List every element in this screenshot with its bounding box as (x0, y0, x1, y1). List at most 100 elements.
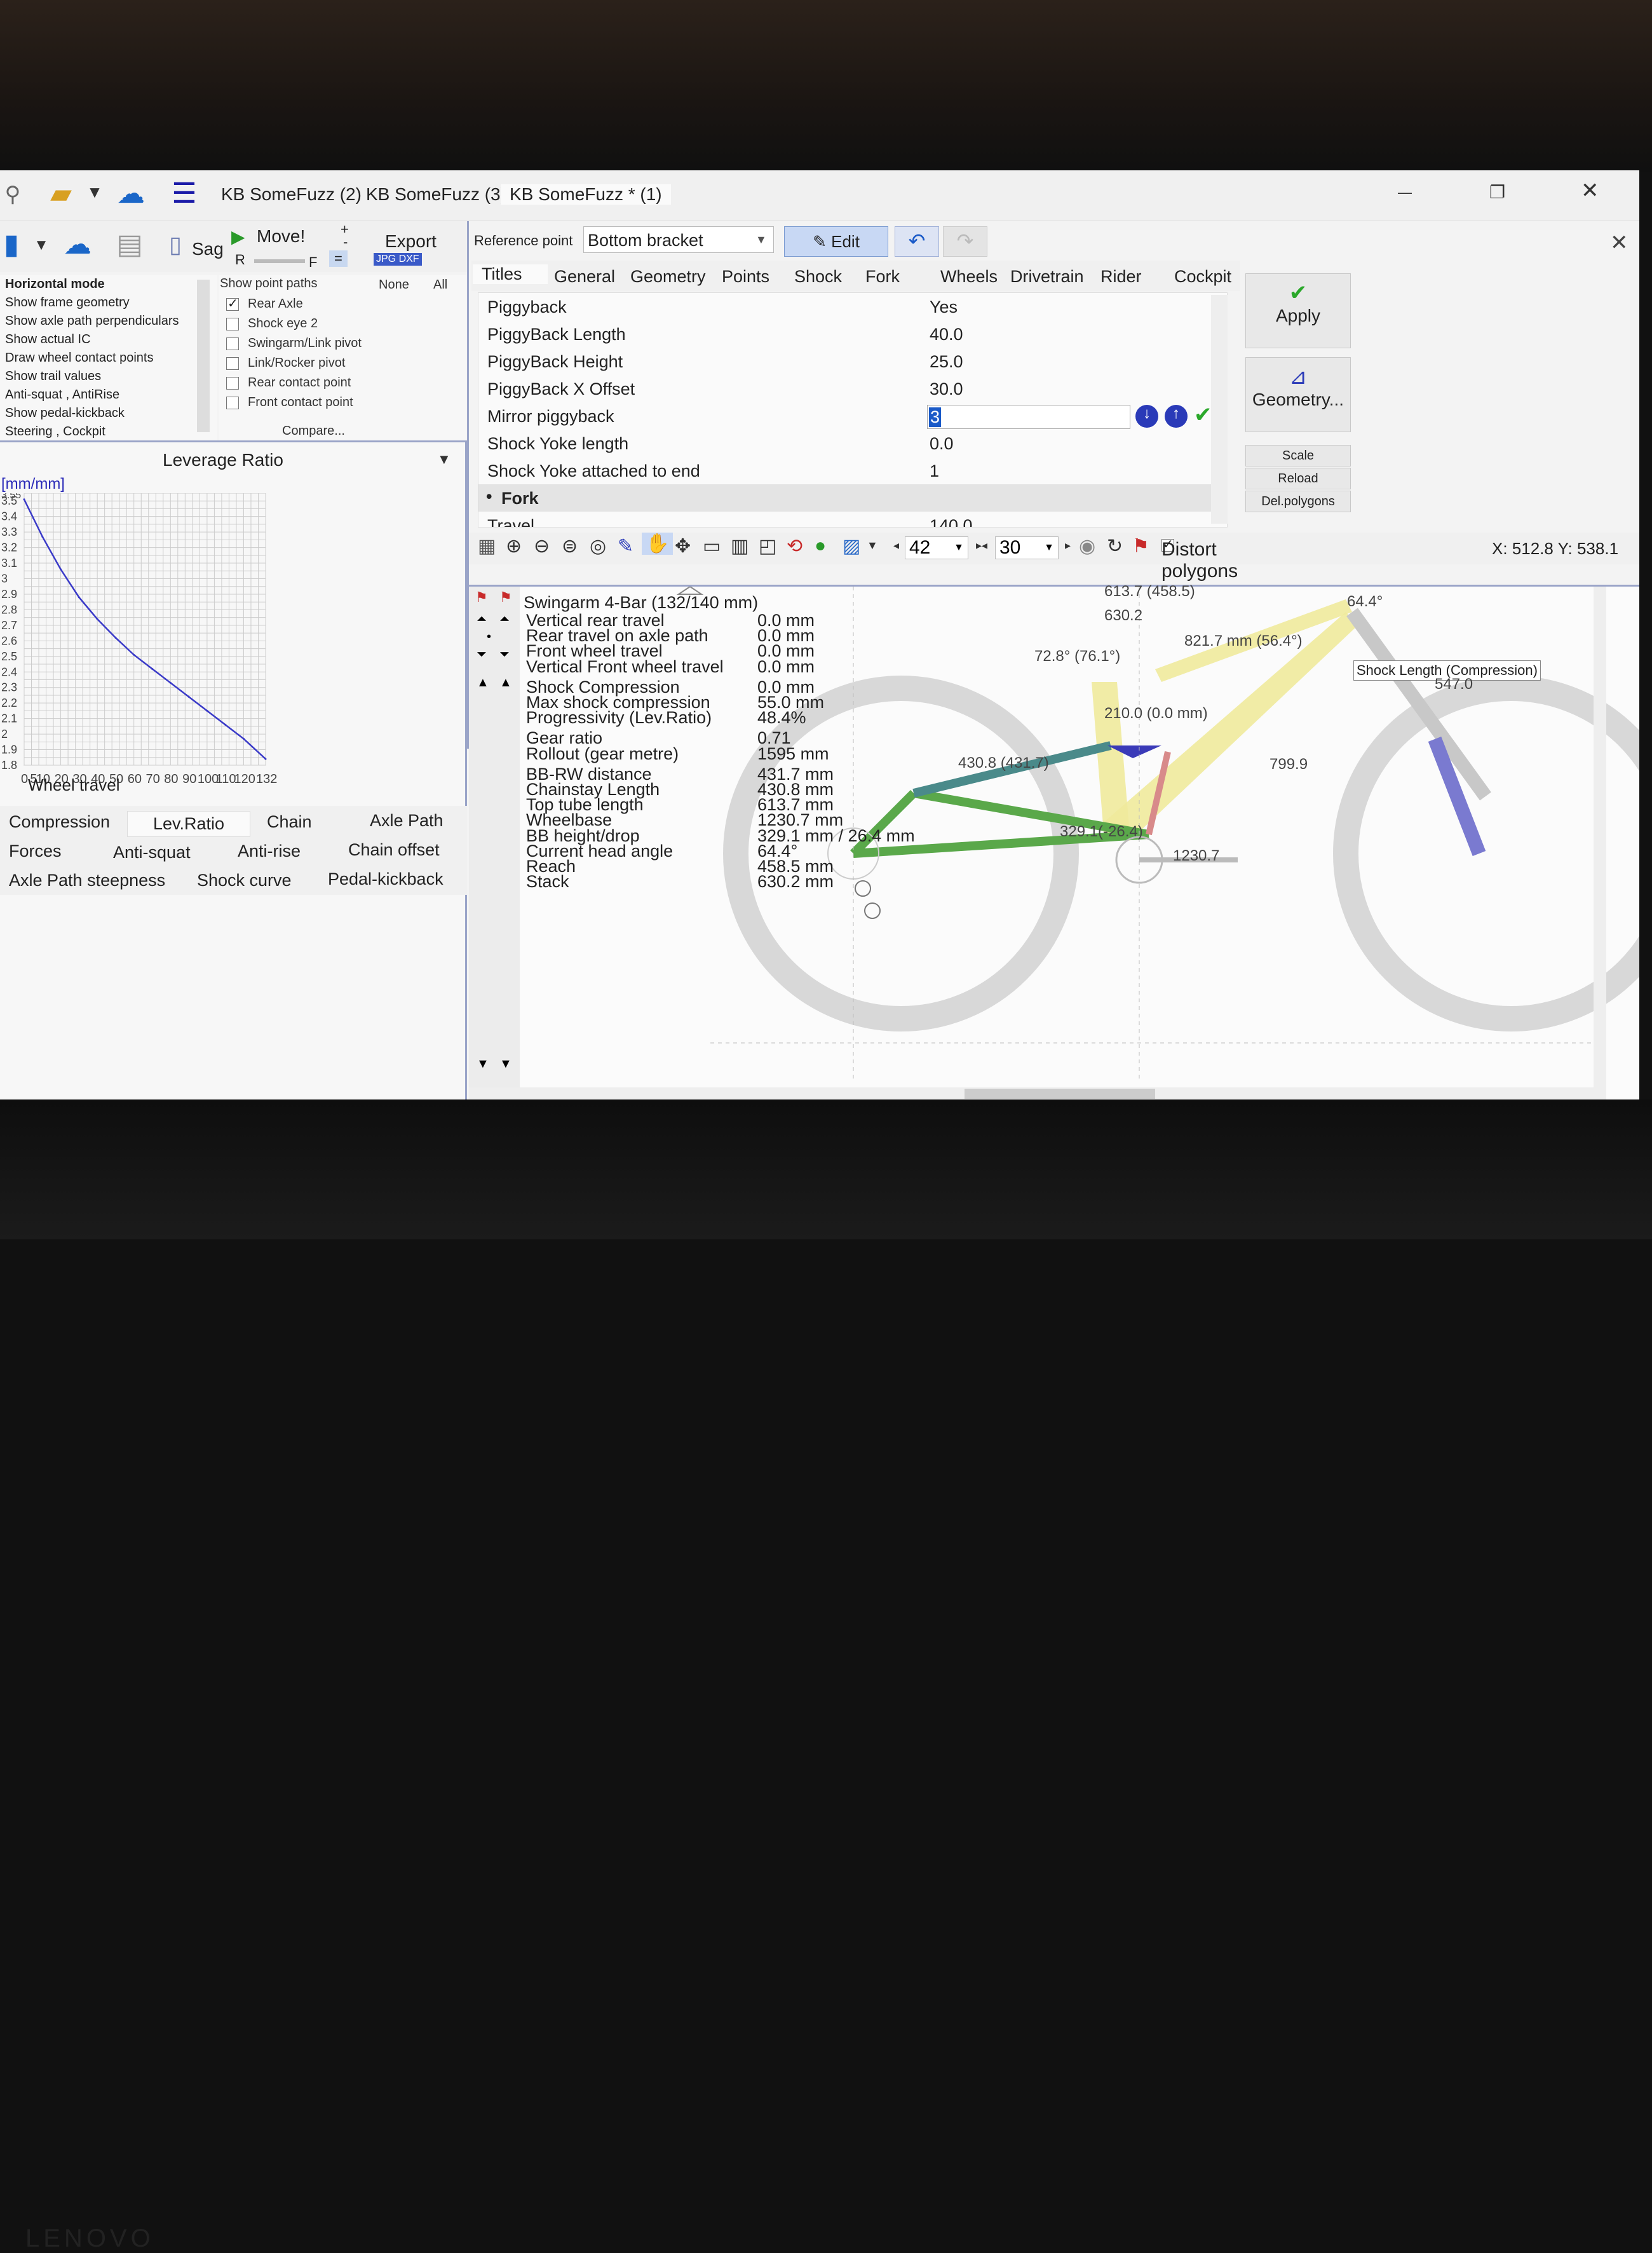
prop-travel[interactable]: Travel 140.0 (478, 512, 1215, 527)
pin-icon[interactable]: ⚑ (1132, 535, 1149, 557)
tab-points[interactable]: Points (722, 267, 769, 287)
tab-kb-somefuzz-2[interactable]: KB SomeFuzz (2) (221, 184, 362, 205)
sag-icon[interactable]: ▯ (163, 229, 188, 261)
close-icon[interactable]: ✕ (1581, 178, 1599, 203)
next-icon[interactable]: ▸◂ (976, 539, 987, 552)
tab-rider[interactable]: Rider (1100, 267, 1142, 287)
rf-slider[interactable] (254, 259, 305, 263)
zoom1-select[interactable]: 42 ▼ (905, 536, 968, 559)
tab-cockpit[interactable]: Cockpit (1174, 267, 1231, 287)
arrow-down-icon[interactable]: ↓ (1135, 405, 1158, 428)
all-button[interactable]: All (433, 278, 447, 292)
option-show-actual-ic[interactable]: Show actual IC (0, 330, 217, 349)
menu-icon[interactable]: ☰ (166, 174, 202, 212)
grid-icon[interactable]: ▦ (478, 535, 496, 557)
tab-shock[interactable]: Shock (794, 267, 842, 287)
tab-titles-active[interactable]: Titles (473, 264, 548, 284)
layers-icon[interactable]: ▤ (111, 225, 149, 263)
chevron-down-icon[interactable]: ▼ (85, 179, 104, 205)
cloud-download-icon[interactable]: ☁ (112, 174, 150, 212)
horizontal-mode-option[interactable]: Horizontal mode (0, 275, 217, 294)
mirror-piggyback-input[interactable]: 3 (927, 405, 1130, 429)
pen-icon[interactable]: ✎ (618, 535, 633, 557)
chart-menu-icon[interactable]: ▼ (437, 451, 451, 468)
export-button[interactable]: Export (385, 231, 437, 252)
option-show-axle-path-perpendiculars[interactable]: Show axle path perpendiculars (0, 312, 217, 330)
color-icon[interactable]: ● (815, 535, 826, 557)
scrollbar-thumb[interactable] (965, 1089, 1155, 1099)
leverage-ratio-chart[interactable]: 3.53.43.33.23.132.92.82.72.62.52.42.32.2… (0, 493, 464, 798)
refresh-icon[interactable]: ↻ (1107, 535, 1123, 557)
tab-axle-path[interactable]: Axle Path (370, 811, 443, 831)
tab-fork[interactable]: Fork (865, 267, 900, 287)
options-scrollbar[interactable] (197, 280, 210, 432)
prop-shock-yoke-length[interactable]: Shock Yoke length 0.0 (478, 430, 1215, 457)
checkbox[interactable] (226, 317, 239, 330)
tab-chain[interactable]: Chain (267, 812, 312, 832)
none-button[interactable]: None (379, 278, 409, 292)
path-front-contact-point[interactable]: Front contact point (226, 395, 353, 410)
zoom2-select[interactable]: 30 ▼ (995, 536, 1059, 559)
checkbox[interactable] (226, 396, 239, 409)
move-button[interactable]: Move! (257, 226, 305, 247)
tab-drivetrain[interactable]: Drivetrain (1010, 267, 1084, 287)
zoom-out-icon[interactable]: ⊖ (534, 535, 550, 557)
prop-shock-yoke-attached[interactable]: Shock Yoke attached to end 1 (478, 457, 1215, 484)
minimize-icon[interactable]: — (1398, 184, 1412, 201)
flip-icon[interactable]: ◰ (759, 535, 776, 557)
tab-kb-somefuzz-1-active[interactable]: KB SomeFuzz * (1) (501, 184, 671, 205)
prop-section-fork[interactable]: Fork • (478, 484, 1215, 512)
tab-pedal-kickback[interactable]: Pedal-kickback (328, 869, 443, 889)
checkbox[interactable] (226, 357, 239, 370)
zoom-fit-icon[interactable]: ⊜ (562, 535, 578, 557)
canvas-horizontal-scrollbar[interactable] (469, 1087, 1606, 1099)
sag-button[interactable]: Sag (192, 239, 224, 259)
tab-general[interactable]: General (554, 267, 615, 287)
move-icon[interactable]: ✥ (675, 535, 691, 557)
path-rear-contact-point[interactable]: Rear contact point (226, 376, 351, 390)
prop-piggyback-length[interactable]: PiggyBack Length 40.0 (478, 320, 1215, 348)
checkbox[interactable] (226, 337, 239, 350)
cloud-upload-icon[interactable]: ☁ (58, 225, 97, 263)
prop-piggyback-x-offset[interactable]: PiggyBack X Offset 30.0 (478, 375, 1215, 402)
prop-piggyback[interactable]: Piggyback Yes (478, 293, 1215, 320)
del-polygons-button[interactable]: Del.polygons (1245, 491, 1351, 512)
path-link-rocker-pivot[interactable]: Link/Rocker pivot (226, 356, 345, 371)
tab-shock-curve[interactable]: Shock curve (197, 871, 292, 890)
path-swingarm-link-pivot[interactable]: Swingarm/Link pivot (226, 336, 362, 351)
geometry-button[interactable]: ⊿ Geometry... (1245, 357, 1351, 432)
compare-button[interactable]: Compare... (282, 424, 345, 439)
apply-button[interactable]: ✔ Apply (1245, 273, 1351, 348)
canvas-vertical-scrollbar[interactable] (1594, 587, 1606, 1089)
reload-button[interactable]: Reload (1245, 468, 1351, 489)
arrow-up-icon[interactable]: ↑ (1165, 405, 1188, 428)
tab-wheels[interactable]: Wheels (940, 267, 998, 287)
equal-button[interactable]: = (329, 250, 348, 267)
option-anti-squat-antirise[interactable]: Anti-squat , AntiRise (0, 386, 217, 404)
save-icon[interactable]: ▮ (0, 225, 23, 263)
zoom-in-icon[interactable]: ⊕ (506, 535, 522, 557)
option-show-trail-values[interactable]: Show trail values (0, 367, 217, 386)
path-shock-eye-2[interactable]: Shock eye 2 (226, 317, 318, 331)
tab-kb-somefuzz-3[interactable]: KB SomeFuzz (3) (366, 184, 506, 205)
option-show-pedal-kickback[interactable]: Show pedal-kickback (0, 404, 217, 423)
tab-lev-ratio-active[interactable]: Lev.Ratio (127, 811, 251, 837)
hand-icon[interactable]: ✋ (642, 533, 674, 555)
tab-compression[interactable]: Compression (9, 812, 110, 832)
tab-axle-path-steepness[interactable]: Axle Path steepness (9, 871, 165, 890)
edit-button[interactable]: ✎ Edit (784, 226, 888, 257)
prop-piggyback-height[interactable]: PiggyBack Height 25.0 (478, 348, 1215, 375)
tab-forces[interactable]: Forces (9, 841, 62, 861)
option-show-frame-geometry[interactable]: Show frame geometry (0, 294, 217, 312)
checkbox[interactable] (226, 376, 239, 390)
option-draw-wheel-contact-points[interactable]: Draw wheel contact points (0, 349, 217, 367)
compare-icon[interactable]: ▥ (731, 535, 748, 557)
redo-icon[interactable]: ↷ (943, 226, 987, 257)
scale-button[interactable]: Scale (1245, 445, 1351, 466)
path-rear-axle[interactable]: Rear Axle (226, 296, 303, 311)
tab-chain-offset[interactable]: Chain offset (348, 840, 440, 860)
bike-icon[interactable]: ⚲ (0, 175, 25, 214)
measure-icon[interactable]: ▭ (703, 535, 721, 557)
checkbox-checked[interactable] (226, 296, 239, 311)
prev-icon[interactable]: ◂ (893, 539, 899, 552)
